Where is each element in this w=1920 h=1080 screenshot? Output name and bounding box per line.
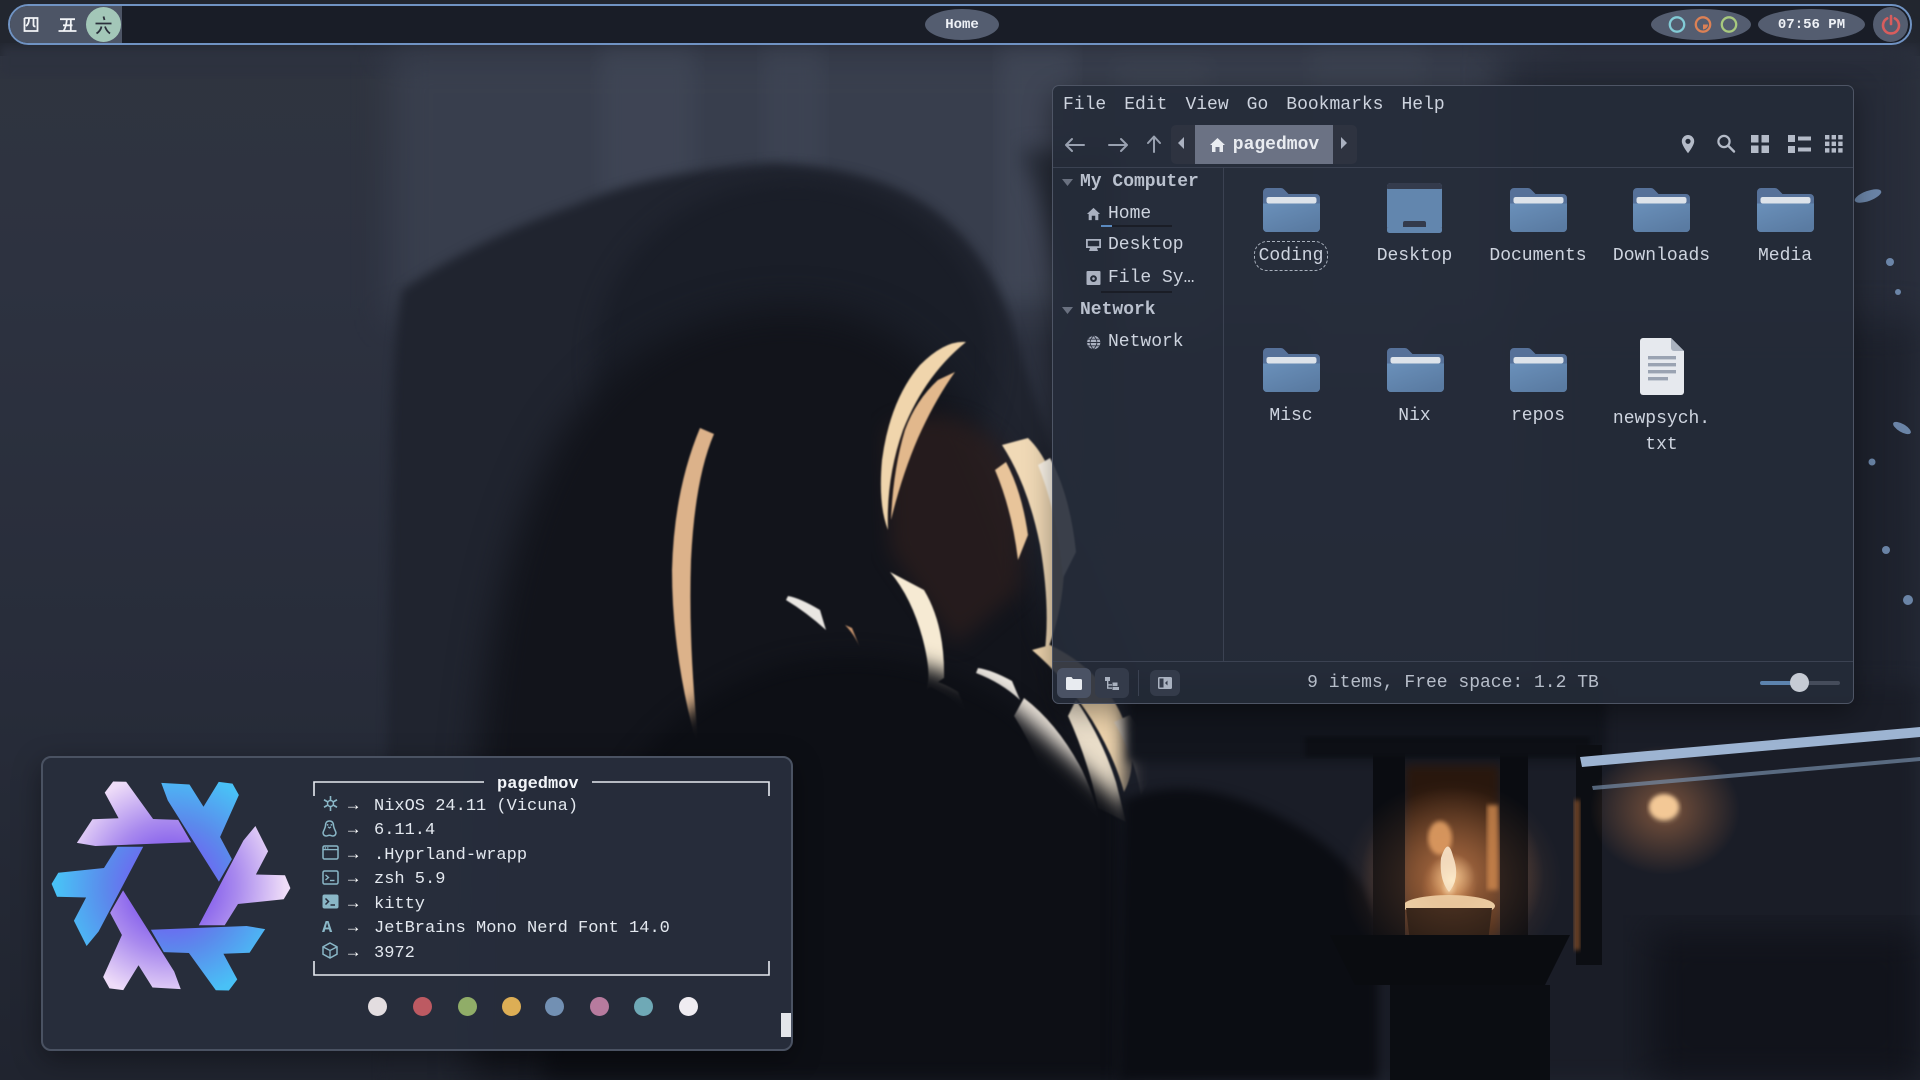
svg-text:pagedmov: pagedmov [497, 775, 579, 794]
